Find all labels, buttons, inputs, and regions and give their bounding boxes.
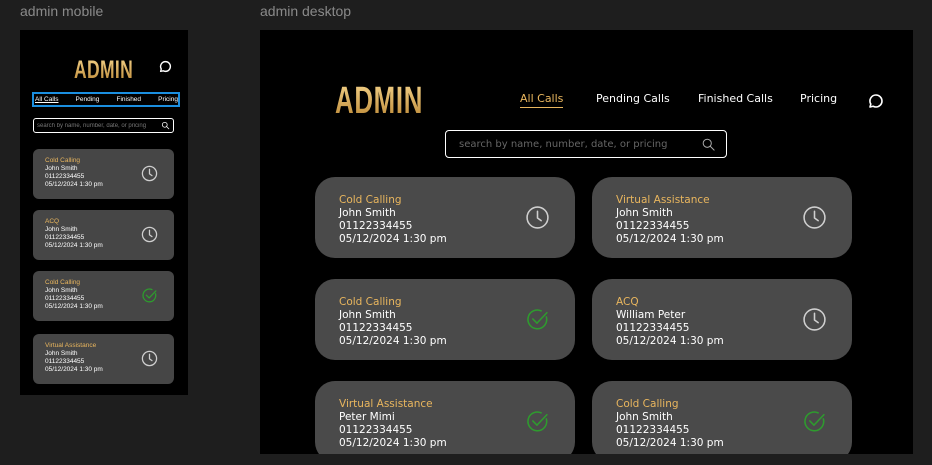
- caller-phone: 01122334455: [45, 295, 85, 302]
- call-datetime: 05/12/2024 1:30 pm: [45, 366, 103, 373]
- chat-icon[interactable]: [159, 60, 172, 73]
- call-card[interactable]: Cold Calling John Smith 01122334455 05/12/2…: [33, 149, 174, 199]
- search-input[interactable]: search by name, number, date, or pricing: [33, 118, 174, 133]
- logo: ADMIN: [335, 80, 424, 122]
- clock-icon: [141, 226, 158, 243]
- call-card-text: Cold Calling John Smith 01122334455 05/12/2…: [45, 279, 103, 311]
- call-card-text: Virtual Assistance Peter Mimi 01122334455 0…: [339, 398, 447, 450]
- tab-all-calls[interactable]: All Calls: [520, 92, 564, 108]
- clock-icon: [526, 206, 549, 229]
- tab-pricing[interactable]: Pricing: [800, 92, 837, 105]
- caller-phone: 01122334455: [616, 322, 690, 334]
- caller-phone: 01122334455: [45, 173, 85, 180]
- caller-name: John Smith: [616, 207, 673, 219]
- clock-icon: [141, 350, 158, 367]
- clock-icon: [803, 206, 826, 229]
- caller-name: John Smith: [616, 411, 673, 423]
- desktop-frame: ADMIN All Calls Pending Calls Finished C…: [260, 30, 913, 454]
- check-circle-icon: [804, 411, 825, 432]
- caller-phone: 01122334455: [339, 322, 413, 334]
- check-circle-icon: [142, 288, 157, 303]
- call-datetime: 05/12/2024 1:30 pm: [616, 437, 724, 449]
- desktop-frame-label: admin desktop: [260, 3, 352, 19]
- call-datetime: 05/12/2024 1:30 pm: [339, 437, 447, 449]
- caller-phone: 01122334455: [616, 220, 690, 232]
- call-category: Cold Calling: [45, 279, 81, 286]
- call-category: Virtual Assistance: [616, 194, 710, 206]
- call-category: Cold Calling: [339, 194, 402, 206]
- tab-finished-calls[interactable]: Finished Calls: [698, 92, 773, 105]
- call-card[interactable]: Virtual Assistance John Smith 01122334455 0…: [592, 177, 852, 258]
- call-datetime: 05/12/2024 1:30 pm: [339, 335, 447, 347]
- call-category: Cold Calling: [45, 157, 81, 164]
- call-category: Cold Calling: [616, 398, 679, 410]
- logo: ADMIN: [74, 56, 134, 84]
- call-card[interactable]: Cold Calling John Smith 01122334455 05/12/2…: [592, 381, 852, 454]
- caller-phone: 01122334455: [45, 358, 85, 365]
- search-input[interactable]: search by name, number, date, or pricing: [445, 130, 727, 158]
- clock-icon: [803, 308, 826, 331]
- call-datetime: 05/12/2024 1:30 pm: [45, 242, 103, 249]
- call-card[interactable]: Cold Calling John Smith 01122334455 05/12/2…: [315, 279, 575, 360]
- caller-name: John Smith: [45, 287, 78, 294]
- call-category: ACQ: [616, 296, 639, 308]
- call-card-text: Virtual Assistance John Smith 01122334455 0…: [616, 194, 724, 246]
- call-datetime: 05/12/2024 1:30 pm: [45, 303, 103, 310]
- call-card[interactable]: Virtual Assistance John Smith 01122334455 0…: [33, 334, 174, 384]
- search-icon[interactable]: [161, 121, 170, 130]
- check-circle-icon: [527, 411, 548, 432]
- call-category: ACQ: [45, 218, 60, 225]
- caller-name: Peter Mimi: [339, 411, 395, 423]
- tab-pending-calls[interactable]: Pending Calls: [596, 92, 670, 105]
- call-card-text: Cold Calling John Smith 01122334455 05/12/2…: [45, 157, 103, 189]
- caller-name: John Smith: [339, 309, 396, 321]
- caller-name: John Smith: [45, 350, 78, 357]
- call-card-text: ACQ John Smith 01122334455 05/12/2024 1:30 …: [45, 218, 103, 250]
- tab-pricing[interactable]: Pricing: [158, 96, 178, 103]
- call-datetime: 05/12/2024 1:30 pm: [45, 181, 103, 188]
- call-card-text: Cold Calling John Smith 01122334455 05/12/2…: [339, 296, 447, 348]
- check-circle-icon: [527, 309, 548, 330]
- call-card-text: Cold Calling John Smith 01122334455 05/12/2…: [616, 398, 724, 450]
- caller-name: John Smith: [45, 165, 78, 172]
- call-datetime: 05/12/2024 1:30 pm: [339, 233, 447, 245]
- caller-phone: 01122334455: [45, 234, 85, 241]
- call-category: Cold Calling: [339, 296, 402, 308]
- call-card[interactable]: Cold Calling John Smith 01122334455 05/12/2…: [315, 177, 575, 258]
- call-category: Virtual Assistance: [339, 398, 433, 410]
- call-datetime: 05/12/2024 1:30 pm: [616, 233, 724, 245]
- tab-all-calls[interactable]: All Calls: [35, 96, 58, 103]
- call-card[interactable]: Cold Calling John Smith 01122334455 05/12/2…: [33, 271, 174, 321]
- call-datetime: 05/12/2024 1:30 pm: [616, 335, 724, 347]
- call-card-text: Virtual Assistance John Smith 01122334455 0…: [45, 342, 103, 374]
- call-card[interactable]: ACQ William Peter 01122334455 05/12/2024 1:…: [592, 279, 852, 360]
- search-icon[interactable]: [701, 137, 716, 152]
- search-placeholder: search by name, number, date, or pricing: [459, 138, 668, 150]
- caller-phone: 01122334455: [339, 424, 413, 436]
- search-placeholder: search by name, number, date, or pricing: [37, 122, 147, 129]
- clock-icon: [141, 165, 158, 182]
- call-card[interactable]: Virtual Assistance Peter Mimi 01122334455 0…: [315, 381, 575, 454]
- mobile-frame-label: admin mobile: [20, 3, 104, 19]
- caller-name: John Smith: [45, 226, 78, 233]
- tab-pending[interactable]: Pending: [76, 96, 100, 103]
- tab-finished[interactable]: Finished: [116, 96, 141, 103]
- caller-phone: 01122334455: [339, 220, 413, 232]
- caller-phone: 01122334455: [616, 424, 690, 436]
- call-category: Virtual Assistance: [45, 342, 97, 349]
- caller-name: John Smith: [339, 207, 396, 219]
- call-card[interactable]: ACQ John Smith 01122334455 05/12/2024 1:30 …: [33, 210, 174, 260]
- call-card-text: Cold Calling John Smith 01122334455 05/12/2…: [339, 194, 447, 246]
- chat-icon[interactable]: [868, 93, 884, 109]
- call-card-text: ACQ William Peter 01122334455 05/12/2024 1:…: [616, 296, 724, 348]
- caller-name: William Peter: [616, 309, 686, 321]
- nav-tabs: All Calls Pending Finished Pricing: [32, 92, 180, 107]
- mobile-frame: ADMIN All Calls Pending Finished Pricing…: [20, 30, 188, 395]
